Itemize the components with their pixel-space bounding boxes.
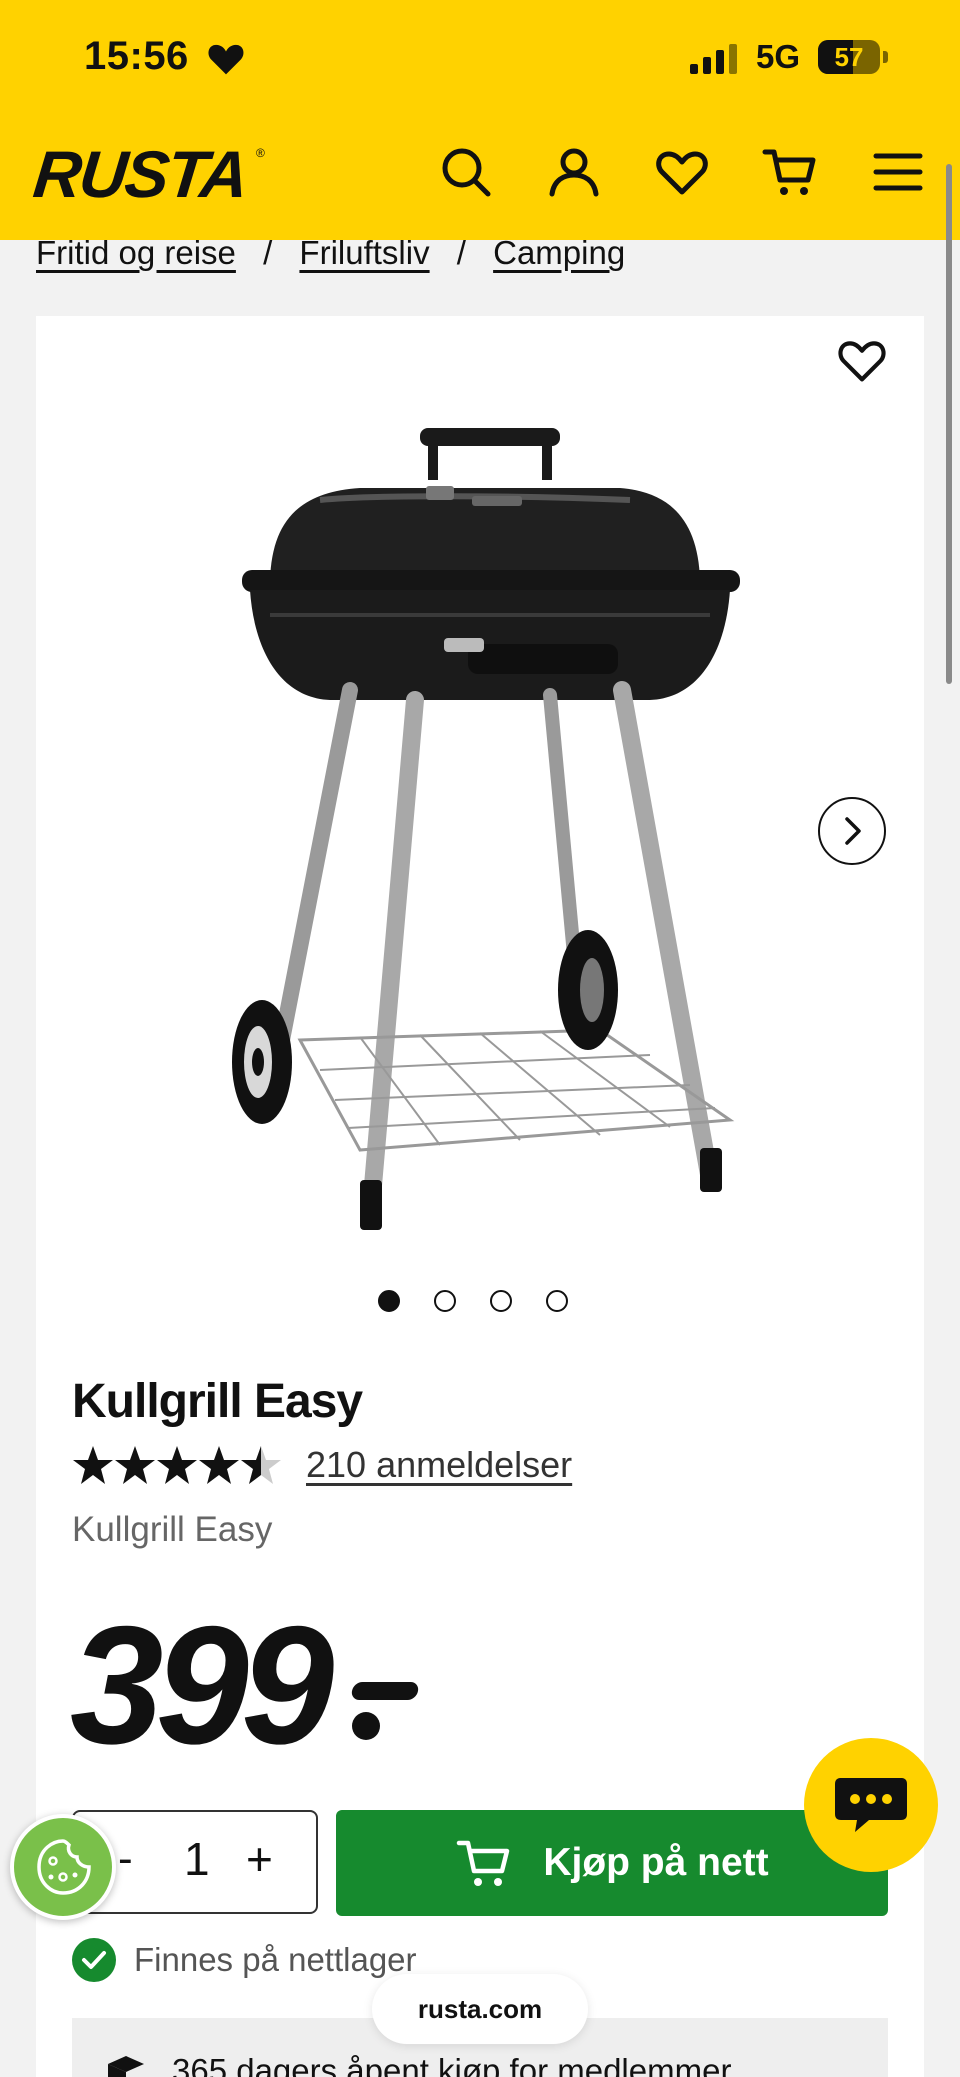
quantity-minus-button[interactable]: - xyxy=(118,1834,133,1884)
quantity-plus-button[interactable]: + xyxy=(246,1832,273,1886)
breadcrumb-friluftsliv[interactable]: Friluftsliv xyxy=(299,234,429,271)
pagination-dot-3[interactable] xyxy=(490,1290,512,1312)
rating-stars-icon[interactable] xyxy=(72,1444,292,1486)
buy-online-label: Kjøp på nett xyxy=(543,1841,769,1884)
chevron-right-icon xyxy=(845,817,861,845)
menu-icon[interactable] xyxy=(870,144,926,200)
price-dot xyxy=(352,1712,380,1740)
favorite-heart-icon[interactable] xyxy=(836,336,888,384)
product-title: Kullgrill Easy xyxy=(72,1375,363,1428)
pagination-dot-4[interactable] xyxy=(546,1290,568,1312)
box-icon xyxy=(108,2056,144,2077)
pagination-dot-1[interactable] xyxy=(378,1290,400,1312)
price-dash xyxy=(350,1682,420,1700)
rusta-logo[interactable]: RUSTA xyxy=(30,137,250,211)
breadcrumb-camping[interactable]: Camping xyxy=(493,234,625,271)
battery-icon: 57 xyxy=(818,40,880,74)
product-image[interactable] xyxy=(210,400,770,1250)
breadcrumb-fritid-og-reise[interactable]: Fritid og reise xyxy=(36,234,236,271)
check-icon xyxy=(72,1938,116,1982)
breadcrumb-separator: / xyxy=(263,234,273,271)
stock-status: Finnes på nettlager xyxy=(72,1938,417,1982)
product-subtitle: Kullgrill Easy xyxy=(72,1510,273,1549)
buy-online-button[interactable]: Kjøp på nett xyxy=(336,1810,888,1916)
reviews-link[interactable]: 210 anmeldelser xyxy=(306,1444,572,1486)
search-icon[interactable] xyxy=(438,144,494,200)
signal-icon xyxy=(690,44,737,74)
battery-level: 57 xyxy=(834,42,864,72)
wishlist-icon[interactable] xyxy=(654,144,710,200)
account-icon[interactable] xyxy=(546,144,602,200)
quantity-value[interactable]: 1 xyxy=(184,1832,210,1886)
promo-text: 365 dagers åpent kjøp for medlemmer xyxy=(172,2052,732,2077)
cart-icon xyxy=(457,1840,510,1886)
chat-button[interactable] xyxy=(804,1738,938,1872)
heart-status-icon xyxy=(208,44,244,75)
stock-text: Finnes på nettlager xyxy=(134,1941,417,1978)
cookie-settings-button[interactable] xyxy=(10,1814,116,1920)
network-label: 5G xyxy=(756,38,801,75)
cookie-icon xyxy=(37,1839,91,1895)
product-price: 399 xyxy=(70,1591,334,1779)
chat-bubble-icon xyxy=(835,1778,907,1832)
image-pagination xyxy=(378,1290,568,1314)
browser-url-bar[interactable]: rusta.com xyxy=(372,1974,588,2044)
page-scrollbar[interactable] xyxy=(946,164,952,684)
breadcrumb-separator: / xyxy=(456,234,466,271)
registered-mark: ® xyxy=(256,146,265,160)
battery-tip xyxy=(883,51,888,63)
breadcrumb: Fritid og reise / Friluftsliv / Camping xyxy=(36,234,625,272)
status-time: 15:56 xyxy=(84,34,189,78)
cart-icon[interactable] xyxy=(762,144,818,200)
next-image-button[interactable] xyxy=(818,797,886,865)
pagination-dot-2[interactable] xyxy=(434,1290,456,1312)
